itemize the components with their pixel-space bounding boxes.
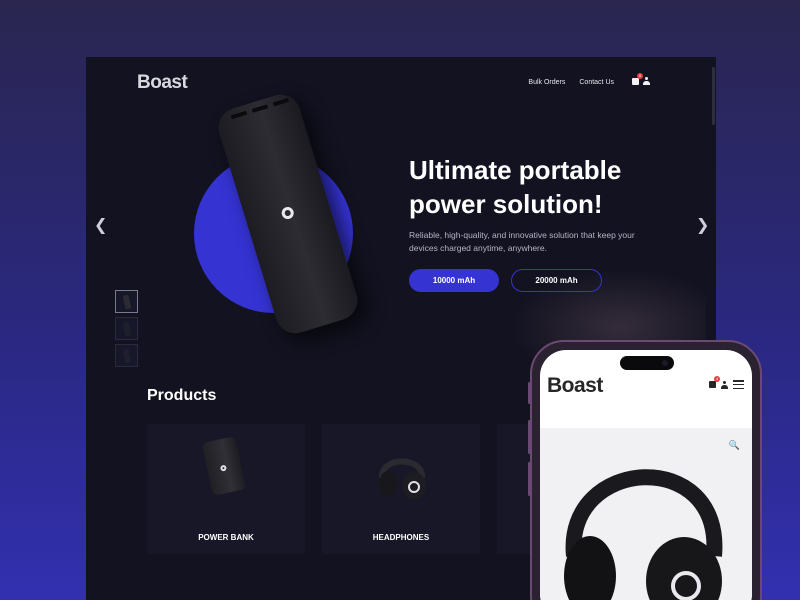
capacity-20000-button[interactable]: 20000 mAh	[511, 269, 602, 292]
mobile-user-icon[interactable]	[721, 380, 728, 389]
hero-title: Ultimate portable power solution!	[409, 155, 622, 219]
mobile-cart-badge: 4	[714, 376, 720, 382]
nav-contact-us[interactable]: Contact Us	[579, 79, 614, 86]
mobile-product-image-area: 🔍	[540, 428, 752, 600]
thumbnail-2[interactable]	[115, 317, 138, 340]
hero-description: Reliable, high-quality, and innovative s…	[409, 230, 635, 253]
mobile-site-logo[interactable]: Boast	[547, 374, 603, 398]
cart-icon[interactable]: 0	[632, 72, 643, 85]
thumbnail-1[interactable]	[115, 290, 138, 313]
carousel-prev-icon[interactable]: ❮	[94, 215, 107, 235]
thumbnail-3[interactable]	[115, 344, 138, 367]
carousel-next-icon[interactable]: ❯	[696, 215, 709, 235]
product-card-power-bank[interactable]: POWER BANK	[147, 424, 305, 554]
mobile-cart-icon[interactable]: 4	[709, 376, 720, 388]
site-logo[interactable]: Boast	[137, 72, 188, 94]
mobile-nav-icons: 4	[709, 376, 744, 389]
hamburger-menu-icon[interactable]	[733, 380, 744, 389]
headphones-image	[379, 458, 426, 500]
mobile-headphones-image	[564, 469, 723, 600]
brand-ring-icon	[280, 205, 296, 221]
dynamic-island	[620, 356, 674, 370]
phone-screen: Boast 4 🔍	[540, 350, 752, 600]
nav-icons: 0	[632, 72, 650, 85]
capacity-10000-button[interactable]: 10000 mAh	[409, 269, 499, 292]
scrollbar-thumb[interactable]	[712, 67, 715, 125]
power-bank-image	[201, 436, 247, 496]
hero-thumbnails	[115, 290, 138, 367]
nav-bulk-orders[interactable]: Bulk Orders	[528, 79, 565, 86]
product-label: POWER BANK	[198, 533, 254, 542]
product-label: HEADPHONES	[372, 533, 430, 542]
user-icon[interactable]	[643, 77, 650, 85]
product-card-headphones[interactable]: HEADPHONES	[322, 424, 480, 554]
phone-mockup: Boast 4 🔍	[528, 340, 762, 600]
products-heading: Products	[147, 387, 217, 404]
top-nav: Bulk Orders Contact Us	[528, 79, 614, 86]
